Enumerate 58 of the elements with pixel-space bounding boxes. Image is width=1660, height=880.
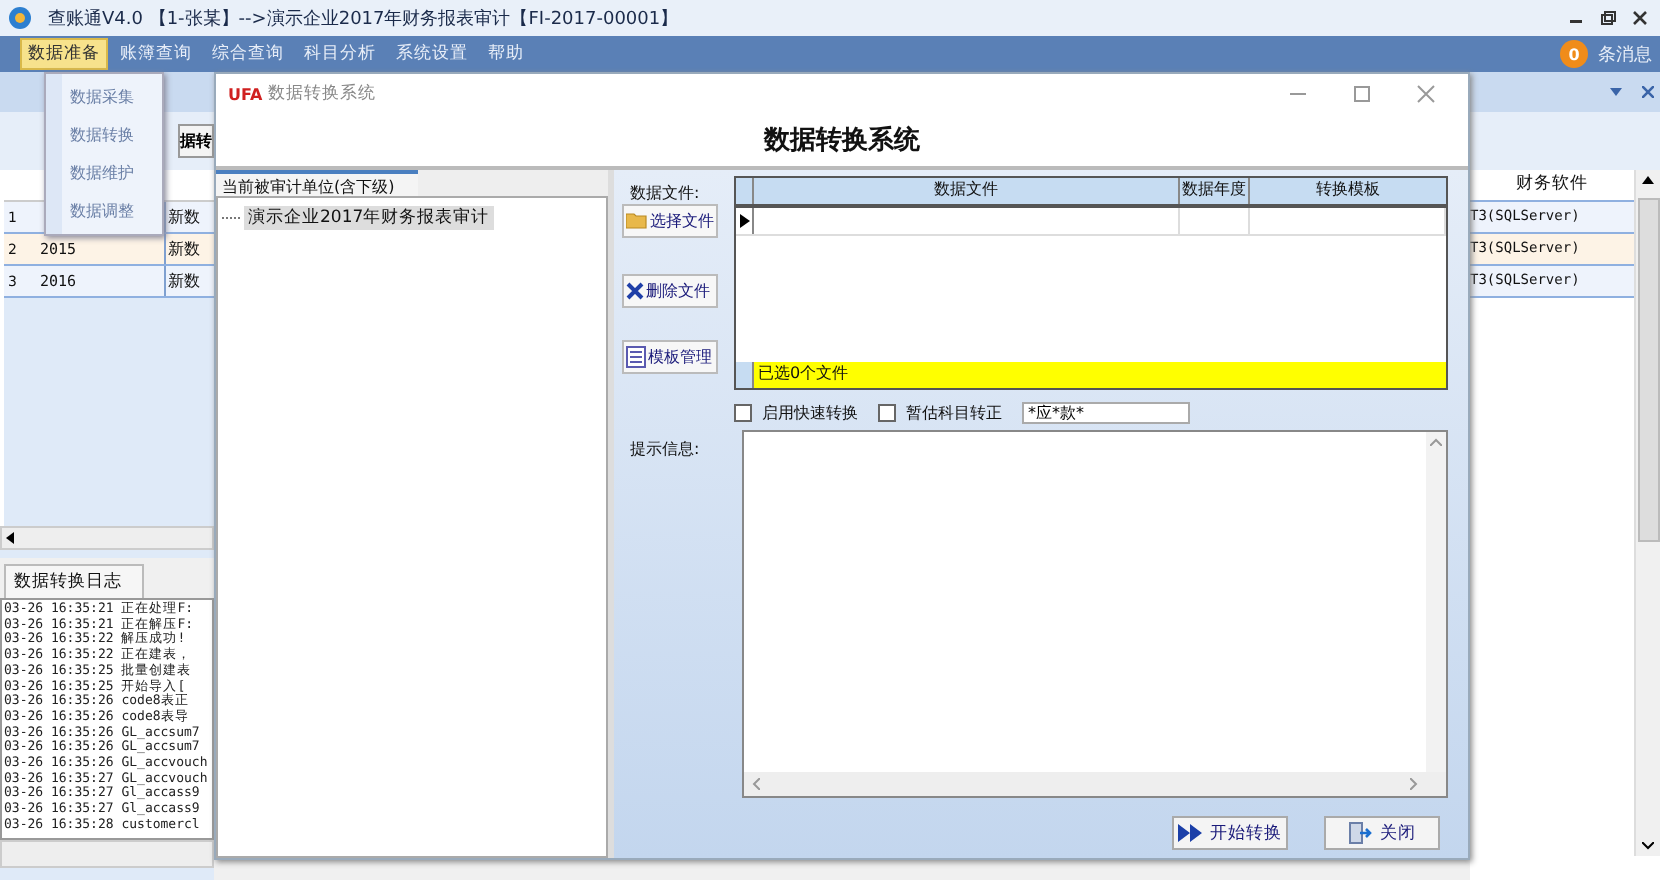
menu-item[interactable]: 系统设置 [388,38,476,70]
log-tab[interactable]: 数据转换日志 [4,564,144,598]
start-button[interactable]: 开始转换 [1172,816,1288,850]
table-cell-text: 新数 [166,206,202,228]
checkbox[interactable] [878,403,896,421]
menu-option[interactable]: 数据维护 [66,154,162,192]
menu-option[interactable]: 数据采集 [66,78,162,116]
file-button[interactable]: 选择文件 [622,204,718,238]
menu-item[interactable]: 综合查询 [204,38,292,70]
checkbox[interactable] [734,403,752,421]
menu-option[interactable]: 数据转换 [66,116,162,154]
window-title: 查账通V4.0 【1-张某】-->演示企业2017年财务报表审计【FI-2017-00001】 [48,7,679,31]
restore-icon[interactable] [1600,10,1616,26]
column-header[interactable]: 转换模板 [1250,178,1446,204]
menu-item[interactable]: 账簿查询 [112,38,200,70]
menu-item[interactable]: 帮助 [480,38,532,70]
scroll-left-icon[interactable] [2,532,14,544]
dialog-logo: UFA [228,85,263,103]
filter-field[interactable]: *应*款* [1022,401,1190,423]
row-pointer-icon [739,214,749,228]
column-header[interactable]: 数据文件 [754,178,1180,204]
close-button[interactable]: 关闭 [1324,816,1440,850]
tree-item[interactable]: 演示企业2017年财务报表审计 [244,206,494,230]
menu-option[interactable]: 数据调整 [66,192,162,230]
file-count-text: 已选0个文件 [756,362,849,386]
maximize-icon[interactable] [1352,84,1372,104]
folder-icon [626,212,648,230]
vertical-scrollbar[interactable] [1634,170,1660,856]
exit-door-icon [1348,822,1372,844]
horizontal-scrollbar[interactable] [0,526,214,550]
app-logo-icon [8,6,32,30]
row-header-cell [736,362,754,388]
file-button[interactable]: 模板管理 [622,340,718,374]
checkbox-label: 暂估科目转正 [906,401,1002,423]
tree-connector-icon [222,212,242,224]
table-cell-text: 新数 [166,270,202,292]
table-cell-text: 新数 [166,238,202,260]
info-label: 提示信息: [628,438,702,462]
scroll-down-icon[interactable] [1642,842,1654,850]
column-header[interactable]: 数据年度 [1180,178,1250,204]
close-icon[interactable] [1632,10,1648,26]
list-icon [626,346,646,368]
fast-forward-icon [1178,824,1202,842]
checkbox-label: 启用快速转换 [762,401,858,423]
toolbar-button[interactable]: 据转 [178,124,214,158]
scroll-right-icon[interactable] [1410,778,1418,790]
menu-item[interactable]: 数据准备 [20,38,108,70]
dropdown-arrow-icon[interactable] [1610,88,1622,96]
notification-label[interactable]: 条消息 [1598,41,1652,67]
scroll-up-icon[interactable] [1642,176,1654,184]
unit-tab[interactable]: 当前被审计单位(含下级) [216,170,419,196]
file-button[interactable]: 删除文件 [622,274,718,308]
dialog-title: 数据转换系统 [268,82,377,106]
menu-item[interactable]: 科目分析 [296,38,384,70]
dialog-heading: 数据转换系统 [764,123,920,158]
delete-icon [626,282,644,300]
files-label: 数据文件: [628,182,702,204]
horizontal-scrollbar[interactable] [0,840,214,868]
